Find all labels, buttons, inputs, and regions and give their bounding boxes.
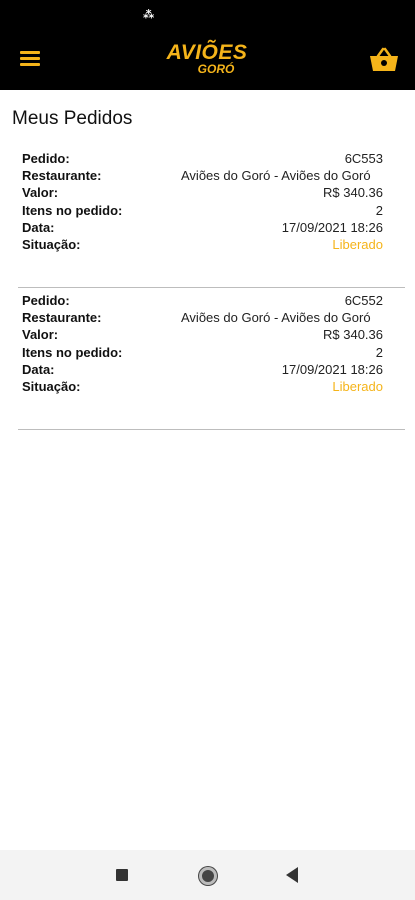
order-card[interactable]: Pedido: Restaurante: Valor: Itens no ped… <box>18 146 405 288</box>
status-bar: ⁂ <box>0 0 415 30</box>
basket-icon[interactable] <box>368 46 400 74</box>
order-date: 17/09/2021 18:26 <box>281 361 383 377</box>
order-id: 6C552 <box>344 293 383 308</box>
order-items: 2 <box>375 344 383 360</box>
logo-main-text: AVIÕES <box>166 41 248 64</box>
order-id: 6C553 <box>344 151 383 166</box>
recents-icon[interactable] <box>116 869 128 881</box>
order-card[interactable]: Pedido: Restaurante: Valor: Itens no ped… <box>18 288 405 430</box>
label-itens: Itens no pedido: <box>22 202 123 218</box>
label-itens: Itens no pedido: <box>22 344 123 360</box>
order-value: R$ 340.36 <box>323 327 383 343</box>
back-icon[interactable] <box>286 867 298 883</box>
label-valor: Valor: <box>22 185 59 201</box>
order-list: Pedido: Restaurante: Valor: Itens no ped… <box>18 146 405 430</box>
system-nav-bar <box>0 850 415 900</box>
status-indicator-icon: ⁂ <box>143 9 154 21</box>
label-restaurante: Restaurante: <box>22 168 102 184</box>
label-valor: Valor: <box>22 327 59 343</box>
home-icon[interactable] <box>199 867 217 885</box>
order-status: Liberado <box>332 237 383 253</box>
order-value: R$ 340.36 <box>323 185 383 201</box>
order-date: 17/09/2021 18:26 <box>281 219 383 235</box>
order-restaurant: Aviões do Goró - Aviões do Goró <box>181 310 371 326</box>
logo-sub-text: GORÓ <box>197 62 235 76</box>
order-labels: Pedido: Restaurante: Valor: Itens no ped… <box>22 292 122 395</box>
order-values: 6C553 Aviões do Goró - Aviões do Goró R$… <box>178 150 383 253</box>
hamburger-menu-icon[interactable] <box>20 51 40 67</box>
label-data: Data: <box>22 361 55 377</box>
label-pedido: Pedido: <box>22 151 70 166</box>
app-bar: AVIÕES GORÓ <box>0 30 415 90</box>
order-items: 2 <box>375 202 383 218</box>
order-restaurant: Aviões do Goró - Aviões do Goró <box>181 168 371 184</box>
order-status: Liberado <box>332 379 383 395</box>
order-values: 6C552 Aviões do Goró - Aviões do Goró R$… <box>178 292 383 395</box>
label-situacao: Situação: <box>22 236 81 252</box>
label-situacao: Situação: <box>22 378 81 394</box>
app-logo: AVIÕES GORÓ <box>157 42 257 80</box>
label-data: Data: <box>22 219 55 235</box>
label-pedido: Pedido: <box>22 293 70 308</box>
page-title: Meus Pedidos <box>12 108 133 129</box>
order-labels: Pedido: Restaurante: Valor: Itens no ped… <box>22 150 122 253</box>
label-restaurante: Restaurante: <box>22 310 102 326</box>
